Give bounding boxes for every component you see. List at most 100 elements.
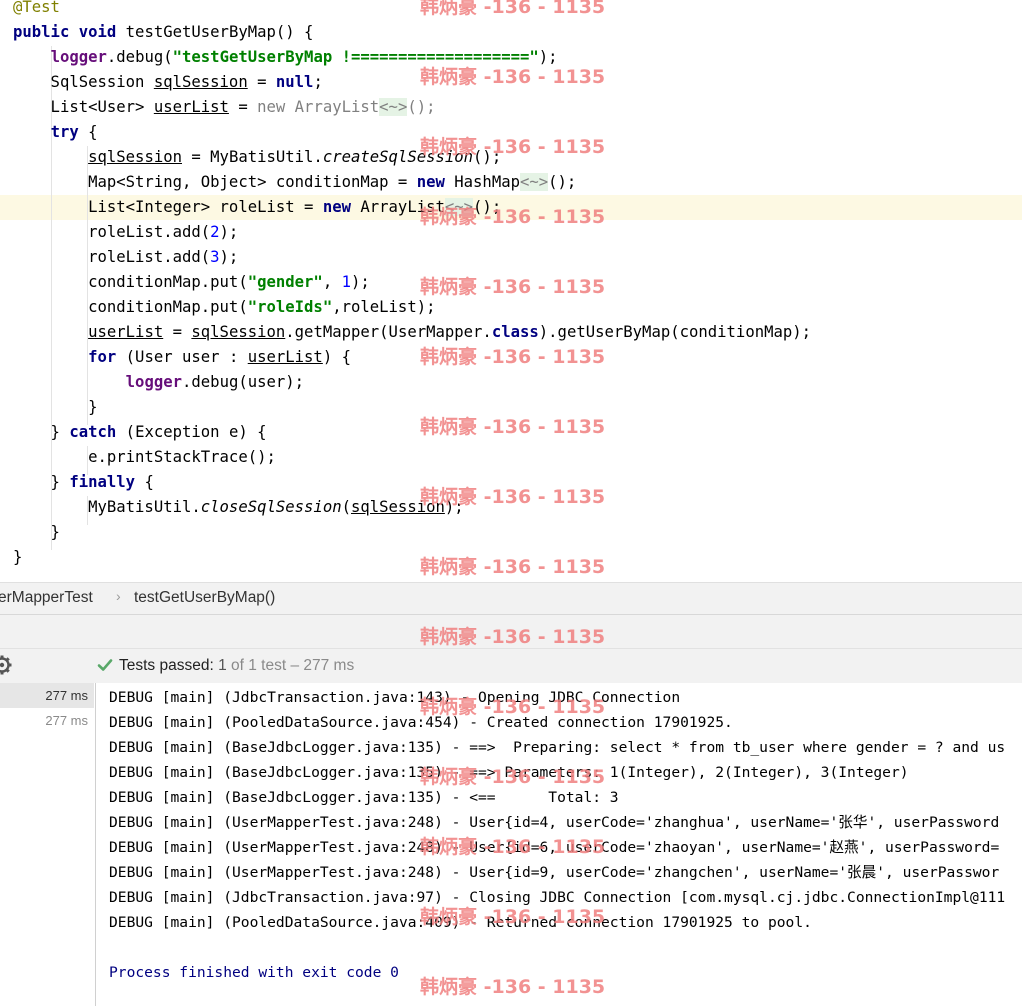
code-token: .debug(user); <box>182 373 305 391</box>
code-token: logger <box>125 373 183 391</box>
code-token: new <box>322 198 361 216</box>
code-token: } <box>13 423 70 441</box>
process-exit-line: Process finished with exit code 0 <box>109 964 399 981</box>
code-token: "roleIds" <box>247 298 333 316</box>
code-token: sqlSession <box>191 323 286 341</box>
code-line: logger.debug(user); <box>13 370 304 395</box>
breadcrumb: erMapperTest › testGetUserByMap() <box>0 582 1022 615</box>
code-token: closeSqlSession <box>200 498 342 516</box>
watermark-text: 韩炳豪 -136 - 1135 <box>420 836 606 858</box>
watermark-text: 韩炳豪 -136 - 1135 <box>420 486 606 508</box>
watermark-text: 韩炳豪 -136 - 1135 <box>420 66 606 88</box>
code-token: List<User> <box>13 98 154 116</box>
test-tree-row-root[interactable]: 277 ms <box>0 683 94 708</box>
code-token: catch <box>69 423 117 441</box>
code-token: 2 <box>210 223 220 241</box>
code-token: List<Integer> roleList = <box>13 198 323 216</box>
code-line: } <box>13 395 97 420</box>
code-token: conditionMap.put( <box>13 298 248 316</box>
code-token: <~> <box>379 98 408 116</box>
code-token: = <box>163 323 192 341</box>
code-token: sqlSession <box>153 73 248 91</box>
watermark-text: 韩炳豪 -136 - 1135 <box>420 696 606 718</box>
watermark-text: 韩炳豪 -136 - 1135 <box>420 276 606 298</box>
check-icon <box>97 659 113 671</box>
code-line: SqlSession sqlSession = null; <box>13 70 323 95</box>
breadcrumb-chevron-icon: › <box>116 588 121 604</box>
code-token: = MyBatisUtil. <box>182 148 323 166</box>
code-line: } <box>13 545 22 570</box>
code-line: List<User> userList = new ArrayList<~>()… <box>13 95 436 120</box>
breadcrumb-method[interactable]: testGetUserByMap() <box>134 589 275 607</box>
code-token: userList <box>247 348 323 366</box>
code-token: "gender" <box>247 273 323 291</box>
code-token: (); <box>407 98 436 116</box>
breadcrumb-class[interactable]: erMapperTest <box>0 589 93 607</box>
code-token: for <box>88 348 117 366</box>
watermark-text: 韩炳豪 -136 - 1135 <box>420 766 606 788</box>
watermark-text: 韩炳豪 -136 - 1135 <box>420 626 606 648</box>
watermark-text: 韩炳豪 -136 - 1135 <box>420 976 606 998</box>
code-token: finally <box>69 473 136 491</box>
code-token: HashMap <box>454 173 520 191</box>
code-token: class <box>491 323 539 341</box>
code-line: } finally { <box>13 470 154 495</box>
code-token: try <box>50 123 79 141</box>
log-line: DEBUG [main] (UserMapperTest.java:248) -… <box>109 864 1000 881</box>
code-token: , <box>322 273 342 291</box>
code-line: roleList.add(3); <box>13 245 238 270</box>
code-token: @Test <box>13 0 60 16</box>
code-token: .debug( <box>106 48 173 66</box>
code-line: Map<String, Object> conditionMap = new H… <box>13 170 576 195</box>
code-token: userList <box>153 98 229 116</box>
code-line: public void testGetUserByMap() { <box>13 20 313 45</box>
code-token: MyBatisUtil. <box>13 498 201 516</box>
code-line: e.printStackTrace(); <box>13 445 276 470</box>
code-token: ; <box>313 73 323 91</box>
code-line: roleList.add(2); <box>13 220 238 245</box>
code-token: Map<String, Object> conditionMap = <box>13 173 417 191</box>
code-token: roleList.add( <box>13 248 211 266</box>
code-token: { <box>135 473 154 491</box>
code-token: } <box>13 548 23 566</box>
code-line: try { <box>13 120 98 145</box>
watermark-text: 韩炳豪 -136 - 1135 <box>420 0 606 18</box>
code-token: ArrayList <box>294 98 380 116</box>
code-token: new <box>257 98 295 116</box>
code-token: (); <box>548 173 577 191</box>
gear-icon[interactable] <box>0 654 13 676</box>
test-tree-row-method[interactable]: 277 ms <box>0 708 94 733</box>
watermark-text: 韩炳豪 -136 - 1135 <box>420 136 606 158</box>
code-token: = <box>228 98 258 116</box>
code-line: userList = sqlSession.getMapper(UserMapp… <box>13 320 811 345</box>
test-status-bar: Tests passed: 1 of 1 test – 277 ms <box>0 648 1022 684</box>
code-token: ); <box>219 248 239 266</box>
code-token: ); <box>219 223 239 241</box>
code-token: { <box>78 123 98 141</box>
watermark-text: 韩炳豪 -136 - 1135 <box>420 346 606 368</box>
code-token: testGetUserByMap() { <box>125 23 314 41</box>
code-line: } catch (Exception e) { <box>13 420 267 445</box>
code-token: roleList.add( <box>13 223 211 241</box>
code-token: SqlSession <box>13 73 154 91</box>
code-token: = <box>247 73 276 91</box>
tests-passed-label: Tests passed: <box>119 657 219 674</box>
code-token: public void <box>13 23 126 41</box>
code-line: MyBatisUtil.closeSqlSession(sqlSession); <box>13 495 464 520</box>
code-token: 1 <box>341 273 351 291</box>
code-token: 3 <box>210 248 220 266</box>
code-token: ( <box>341 498 351 516</box>
watermark-text: 韩炳豪 -136 - 1135 <box>420 206 606 228</box>
tests-passed-count: 1 <box>218 657 227 674</box>
code-token: } <box>13 523 60 541</box>
code-token: sqlSession <box>88 148 182 166</box>
code-token: conditionMap.put( <box>13 273 248 291</box>
watermark-text: 韩炳豪 -136 - 1135 <box>420 556 606 578</box>
code-token: null <box>275 73 314 91</box>
